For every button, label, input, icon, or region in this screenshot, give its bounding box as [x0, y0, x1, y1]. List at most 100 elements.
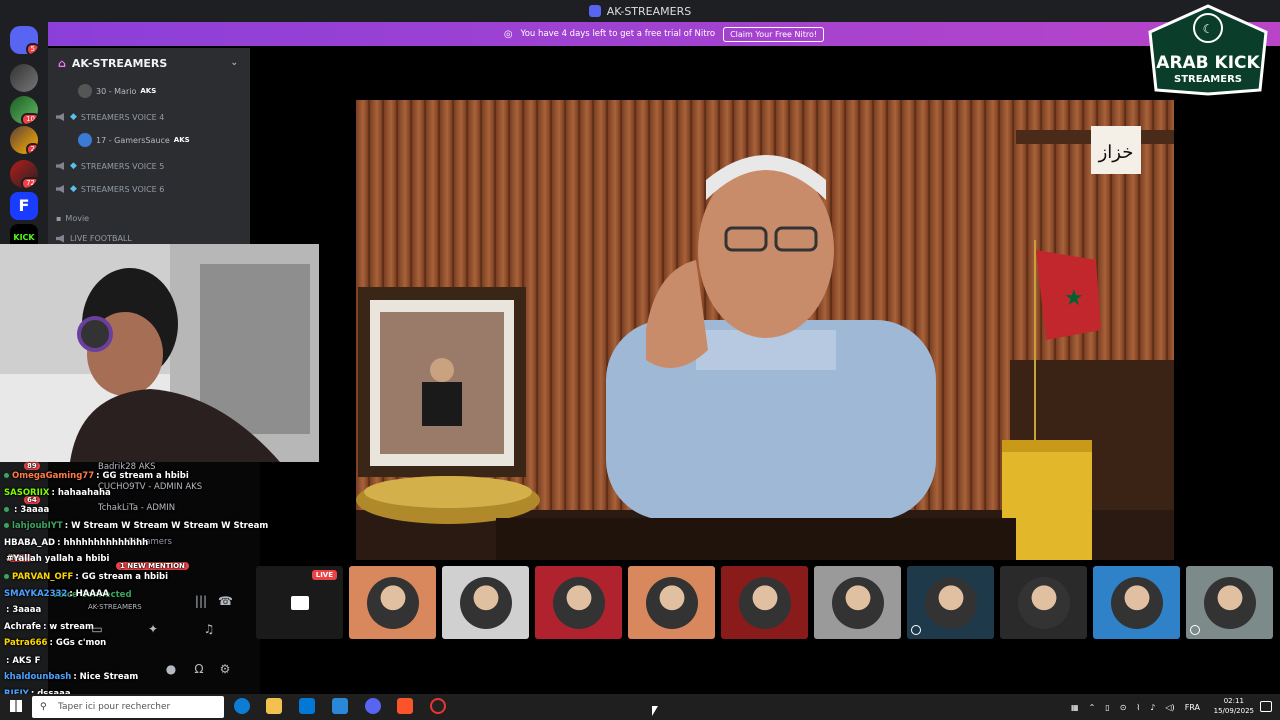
discord-home-icon[interactable]: 5 — [10, 26, 38, 54]
member-name: 30 - Mario — [96, 86, 137, 96]
server-icon-4[interactable]: 72 — [10, 160, 38, 188]
windows-start-icon[interactable] — [10, 700, 22, 712]
server-icon-2[interactable]: 10 — [10, 96, 38, 124]
speaker-icon — [56, 234, 64, 243]
participant-tile[interactable] — [442, 566, 529, 639]
voice-channel[interactable]: ◆ STREAMERS VOICE 4 — [56, 112, 164, 122]
channel-name: STREAMERS VOICE 4 — [80, 112, 165, 122]
clock-date: 15/09/2025 — [1213, 707, 1254, 715]
chat-username[interactable]: SASORIIX — [4, 488, 49, 498]
voice-member[interactable]: 30 - Mario AKS — [78, 84, 156, 98]
file-explorer-icon[interactable] — [266, 698, 282, 714]
disconnect-icon[interactable]: ☎ — [218, 594, 233, 608]
guild-name: AK-STREAMERS — [71, 56, 168, 70]
participant-tile[interactable] — [628, 566, 715, 639]
participant-avatar — [552, 576, 605, 629]
new-mention-pill[interactable]: 1 NEW MENTION — [116, 562, 189, 570]
server-4-badge: 72 — [21, 177, 38, 188]
participant-avatar — [924, 576, 977, 629]
server-icon-3[interactable]: 2 — [10, 126, 38, 154]
obs-icon[interactable] — [430, 698, 446, 714]
notifications-icon[interactable] — [1260, 701, 1272, 712]
taskbar-search-box[interactable]: ⚲ Taper ici pour rechercher — [32, 696, 224, 718]
channel-name: STREAMERS VOICE 6 — [80, 184, 165, 194]
chat-username[interactable]: OmegaGaming77 — [12, 471, 94, 481]
server-2-badge: 10 — [21, 113, 38, 124]
brave-browser-icon[interactable] — [397, 698, 413, 714]
chat-username[interactable]: HBABA_AD — [4, 538, 55, 548]
taskbar-clock[interactable]: 02:11 15/09/2025 — [1214, 696, 1254, 716]
participant-tile[interactable] — [1186, 566, 1273, 639]
participant-avatar — [1017, 576, 1070, 629]
camera-icon[interactable]: ▭ — [90, 622, 104, 636]
server-icon-1[interactable] — [10, 64, 38, 92]
battery-icon[interactable]: ▯ — [1105, 703, 1109, 712]
settings-gear-icon[interactable]: ⚙ — [218, 662, 232, 676]
chevron-down-icon: ⌄ — [230, 58, 238, 68]
mic-tray-icon[interactable]: ♪ — [1150, 703, 1155, 712]
chat-message: : 3aaaa — [4, 505, 49, 515]
chat-message: HBABA_AD: hhhhhhhhhhhhhh — [4, 538, 148, 548]
server-icon-5[interactable]: F — [10, 192, 38, 220]
discord-taskbar-icon[interactable] — [365, 698, 381, 714]
activity-icon[interactable]: ✦ — [146, 622, 160, 636]
participant-tile[interactable]: LIVE — [256, 566, 343, 639]
participant-tile[interactable] — [907, 566, 994, 639]
chat-text: #Yallah yallah a hbibi — [6, 554, 110, 564]
member-cucho: CUCHO9TV - ADMIN AKS — [98, 482, 203, 492]
avatar — [78, 133, 92, 147]
voice-member[interactable]: 17 - GamersSauce AKS — [78, 133, 190, 147]
voice-channel[interactable]: LIVE FOOTBALL — [56, 234, 132, 243]
speaker-icon — [56, 162, 64, 170]
participant-tile[interactable] — [535, 566, 622, 639]
chat-username[interactable]: PARVAN_OFF — [12, 572, 73, 582]
chat-username[interactable]: lahjoubIYT — [12, 521, 63, 531]
headphones-icon[interactable]: Ω — [192, 662, 206, 676]
chat-message: OmegaGaming77: GG stream a hbibi — [4, 471, 189, 481]
screen-share-icon — [290, 595, 309, 610]
member-tag: AKS — [140, 87, 157, 95]
svg-text:ARAB KICK: ARAB KICK — [1156, 53, 1260, 73]
wifi-off-icon[interactable]: ⌇ — [1136, 703, 1140, 712]
window-titlebar: AK-STREAMERS — [0, 0, 1280, 22]
mail-icon[interactable] — [332, 698, 348, 714]
participant-tile[interactable] — [721, 566, 808, 639]
channel-name: LIVE FOOTBALL — [70, 234, 132, 243]
volume-icon[interactable]: ◁) — [1165, 703, 1174, 712]
webcam-frame — [0, 244, 319, 462]
edge-browser-icon[interactable] — [234, 698, 250, 714]
language-indicator[interactable]: FRA — [1185, 703, 1200, 712]
nitro-icon: ◎ — [503, 28, 513, 40]
category-name: Movie — [65, 214, 90, 223]
voice-channel[interactable]: ◆ STREAMERS VOICE 5 — [56, 161, 164, 171]
store-icon[interactable] — [299, 698, 315, 714]
guild-icon: ⌂ — [58, 56, 66, 70]
participant-avatar — [831, 576, 884, 629]
chat-text: : GG stream a hbibi — [96, 471, 189, 481]
channel-watermark: خزاز — [1098, 142, 1134, 163]
soundboard-icon[interactable]: ♫ — [202, 622, 216, 636]
nitro-banner: ◎ You have 4 days left to get a free tri… — [48, 22, 1280, 46]
online-dot-icon — [4, 473, 9, 478]
voice-activity-icon[interactable]: ||| — [194, 594, 208, 608]
chevron-up-icon[interactable]: ⌃ — [1089, 703, 1096, 712]
svg-text:STREAMERS: STREAMERS — [1174, 74, 1242, 85]
server-3-badge: 2 — [25, 143, 38, 154]
guild-header[interactable]: ⌂ AK-STREAMERS ⌄ — [48, 48, 250, 78]
member-tag: AKS — [173, 136, 190, 144]
gem-icon: ◆ — [70, 184, 77, 194]
claim-nitro-button[interactable]: Claim Your Free Nitro! — [723, 26, 825, 42]
chat-message: lahjoubIYT: W Stream W Stream W Stream W… — [4, 521, 268, 531]
participant-tile[interactable] — [814, 566, 901, 639]
participant-tile[interactable] — [1000, 566, 1087, 639]
avatar — [78, 84, 92, 98]
keyboard-icon[interactable]: ▦ — [1071, 703, 1079, 712]
network-icon[interactable]: ⊙ — [1120, 703, 1127, 712]
main-video-stream[interactable]: ★ خزاز — [356, 100, 1174, 560]
logo-graphic: ☾ ARAB KICK STREAMERS — [1148, 4, 1268, 96]
participant-tile[interactable] — [349, 566, 436, 639]
microphone-icon[interactable]: ● — [164, 662, 178, 676]
channel-category[interactable]: ▪ Movie — [56, 214, 89, 223]
voice-channel[interactable]: ◆ STREAMERS VOICE 6 — [56, 184, 164, 194]
participant-tile[interactable] — [1093, 566, 1180, 639]
